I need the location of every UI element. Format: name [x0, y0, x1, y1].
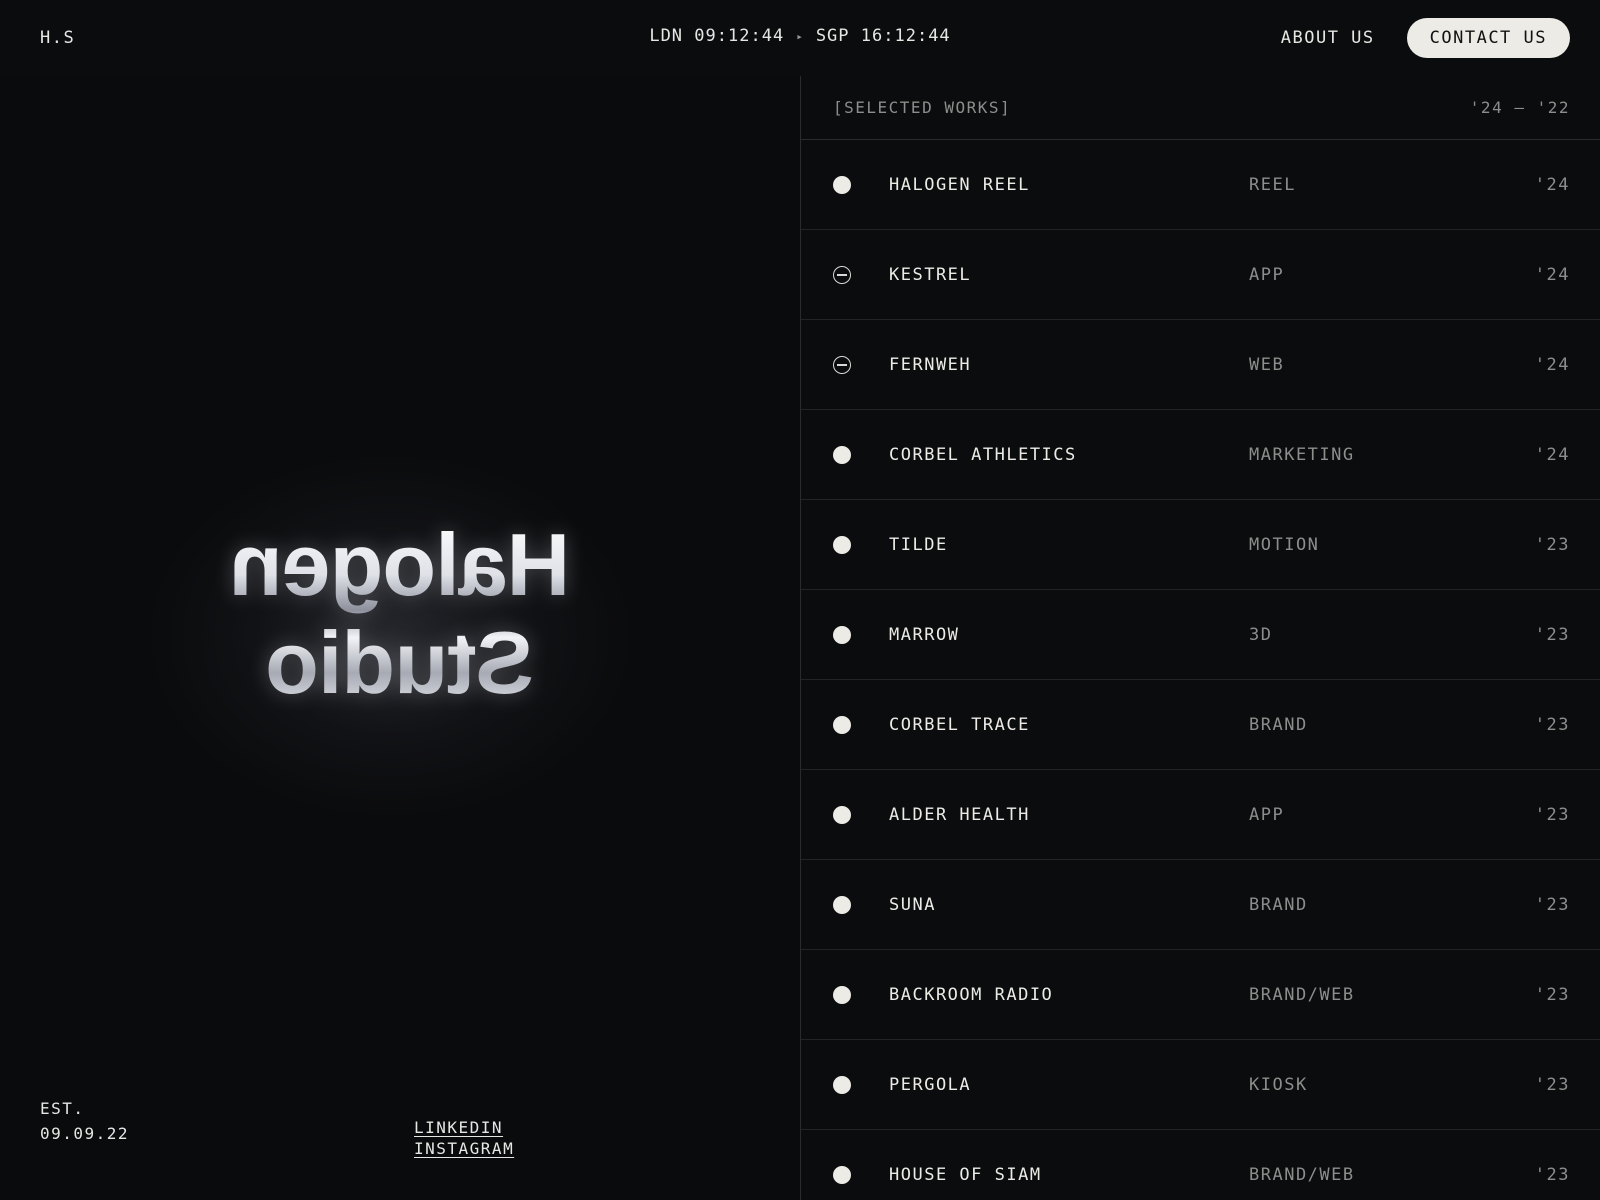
- minus-circle-icon: [833, 266, 851, 284]
- hero-panel: Halogen Studio EST. 09.09.22 LINKEDIN IN…: [0, 76, 800, 1200]
- work-name: KESTREL: [889, 264, 972, 285]
- linkedin-link[interactable]: LINKEDIN: [414, 1118, 514, 1137]
- work-name: SUNA: [889, 894, 936, 915]
- work-row[interactable]: FERNWEH WEB '24: [801, 320, 1600, 410]
- work-year: '24: [1534, 174, 1570, 195]
- work-name: BACKROOM RADIO: [889, 984, 1054, 1005]
- work-row[interactable]: TILDE MOTION '23: [801, 500, 1600, 590]
- work-row[interactable]: MARROW 3D '23: [801, 590, 1600, 680]
- work-year: '23: [1534, 1164, 1570, 1185]
- work-category: BRAND: [1249, 894, 1308, 915]
- filled-dot-icon: [833, 176, 851, 194]
- work-name: TILDE: [889, 534, 948, 555]
- work-year: '23: [1534, 984, 1570, 1005]
- minus-circle-icon: [833, 356, 851, 374]
- work-row[interactable]: SUNA BRAND '23: [801, 860, 1600, 950]
- contact-us-button[interactable]: CONTACT US: [1406, 18, 1570, 58]
- work-name: CORBEL ATHLETICS: [889, 444, 1077, 465]
- work-category: APP: [1249, 264, 1285, 285]
- established-info: EST. 09.09.22: [40, 1096, 129, 1146]
- work-row[interactable]: ALDER HEALTH APP '23: [801, 770, 1600, 860]
- filled-dot-icon: [833, 1076, 851, 1094]
- hero-title-line-2: Studio: [266, 613, 534, 712]
- filled-dot-icon: [833, 446, 851, 464]
- work-row[interactable]: HOUSE OF SIAM BRAND/WEB '23: [801, 1130, 1600, 1200]
- filled-dot-icon: [833, 1166, 851, 1184]
- work-category: 3D: [1249, 624, 1273, 645]
- work-year: '23: [1534, 624, 1570, 645]
- work-row[interactable]: CORBEL ATHLETICS MARKETING '24: [801, 410, 1600, 500]
- work-category: BRAND/WEB: [1249, 984, 1355, 1005]
- work-name: PERGOLA: [889, 1074, 972, 1095]
- work-name: HALOGEN REEL: [889, 174, 1030, 195]
- work-category: WEB: [1249, 354, 1285, 375]
- social-links: LINKEDIN INSTAGRAM: [414, 1118, 514, 1158]
- about-us-link[interactable]: ABOUT US: [1281, 28, 1375, 48]
- work-category: BRAND/WEB: [1249, 1164, 1355, 1185]
- work-category: BRAND: [1249, 714, 1308, 735]
- established-date: 09.09.22: [40, 1124, 130, 1143]
- work-row[interactable]: BACKROOM RADIO BRAND/WEB '23: [801, 950, 1600, 1040]
- work-category: KIOSK: [1249, 1074, 1308, 1095]
- works-header: [SELECTED WORKS] '24 — '22: [801, 76, 1600, 140]
- works-year-range: '24 — '22: [1469, 98, 1570, 117]
- logo-link[interactable]: H.S: [40, 28, 75, 48]
- work-year: '24: [1534, 264, 1570, 285]
- play-arrow-icon: ▸: [796, 29, 804, 43]
- work-category: APP: [1249, 804, 1285, 825]
- work-category: MOTION: [1249, 534, 1320, 555]
- work-year: '23: [1534, 894, 1570, 915]
- filled-dot-icon: [833, 536, 851, 554]
- site-header: H.S LDN 09:12:44 ▸ SGP 16:12:44 ABOUT US…: [0, 0, 1600, 76]
- clock-time-singapore: 16:12:44: [860, 26, 951, 46]
- work-row[interactable]: CORBEL TRACE BRAND '23: [801, 680, 1600, 770]
- page: H.S LDN 09:12:44 ▸ SGP 16:12:44 ABOUT US…: [0, 0, 1600, 1200]
- filled-dot-icon: [833, 626, 851, 644]
- instagram-link[interactable]: INSTAGRAM: [414, 1139, 514, 1158]
- work-category: REEL: [1249, 174, 1296, 195]
- work-year: '23: [1534, 1074, 1570, 1095]
- filled-dot-icon: [833, 716, 851, 734]
- world-clock: LDN 09:12:44 ▸ SGP 16:12:44: [649, 26, 950, 46]
- works-label: [SELECTED WORKS]: [833, 98, 1012, 117]
- clock-city-london: LDN: [649, 26, 684, 46]
- work-year: '24: [1534, 444, 1570, 465]
- work-name: CORBEL TRACE: [889, 714, 1030, 735]
- main-nav: ABOUT US CONTACT US: [1281, 18, 1570, 58]
- work-name: MARROW: [889, 624, 960, 645]
- work-year: '23: [1534, 804, 1570, 825]
- work-row[interactable]: HALOGEN REEL REEL '24: [801, 140, 1600, 230]
- work-year: '23: [1534, 534, 1570, 555]
- hero-title: Halogen Studio: [0, 516, 800, 712]
- work-row[interactable]: PERGOLA KIOSK '23: [801, 1040, 1600, 1130]
- clock-singapore: SGP 16:12:44: [816, 26, 951, 46]
- filled-dot-icon: [833, 986, 851, 1004]
- hero-title-line-1: Halogen: [229, 515, 571, 614]
- filled-dot-icon: [833, 806, 851, 824]
- work-year: '23: [1534, 714, 1570, 735]
- filled-dot-icon: [833, 896, 851, 914]
- work-year: '24: [1534, 354, 1570, 375]
- works-list: HALOGEN REEL REEL '24 KESTREL APP '24 FERNWEH W…: [801, 140, 1600, 1200]
- clock-time-london: 09:12:44: [694, 26, 785, 46]
- work-category: MARKETING: [1249, 444, 1355, 465]
- established-label: EST.: [40, 1099, 85, 1118]
- clock-city-singapore: SGP: [815, 26, 850, 46]
- clock-london: LDN 09:12:44: [649, 26, 784, 46]
- work-name: ALDER HEALTH: [889, 804, 1030, 825]
- work-name: HOUSE OF SIAM: [889, 1164, 1042, 1185]
- work-row[interactable]: KESTREL APP '24: [801, 230, 1600, 320]
- selected-works-panel[interactable]: [SELECTED WORKS] '24 — '22 HALOGEN REEL R…: [800, 76, 1600, 1200]
- work-name: FERNWEH: [889, 354, 972, 375]
